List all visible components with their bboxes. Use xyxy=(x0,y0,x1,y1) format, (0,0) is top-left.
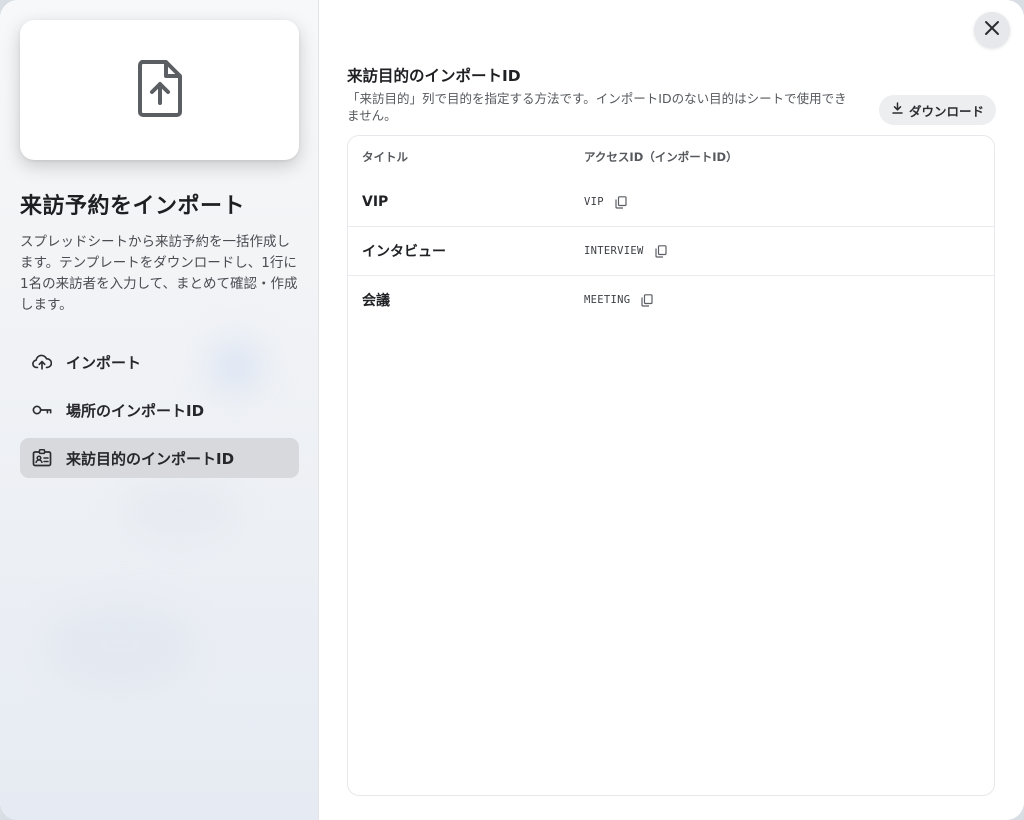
table-row: 会議 MEETING xyxy=(348,276,994,324)
sidebar-item-location-import-id[interactable]: 場所のインポートID xyxy=(20,390,299,430)
import-id-code: VIP xyxy=(584,196,604,208)
row-title: インタビュー xyxy=(362,244,446,260)
sidebar-nav: インポート 場所のインポートID 来訪目的のインポートID xyxy=(20,342,299,486)
import-id-code: MEETING xyxy=(584,294,631,306)
sidebar: 来訪予約をインポート スプレッドシートから来訪予約を一括作成します。テンプレート… xyxy=(0,0,319,820)
download-label: ダウンロード xyxy=(908,103,984,119)
copy-icon[interactable] xyxy=(640,293,654,307)
sidebar-item-import[interactable]: インポート xyxy=(20,342,299,382)
close-icon xyxy=(984,20,1000,40)
row-id: VIP xyxy=(584,195,628,209)
page-title: 来訪目的のインポートID xyxy=(347,67,521,85)
background-blur xyxy=(120,480,240,540)
key-icon xyxy=(32,400,52,420)
id-card-icon xyxy=(32,448,52,468)
close-button[interactable] xyxy=(974,12,1010,48)
row-title: VIP xyxy=(362,194,389,210)
row-title: 会議 xyxy=(362,293,390,309)
file-upload-icon xyxy=(136,59,184,121)
row-id: INTERVIEW xyxy=(584,244,668,258)
import-modal: 来訪予約をインポート スプレッドシートから来訪予約を一括作成します。テンプレート… xyxy=(0,0,1024,820)
download-button[interactable]: ダウンロード xyxy=(878,95,996,125)
sidebar-description: スプレッドシートから来訪予約を一括作成します。テンプレートをダウンロードし、1行… xyxy=(20,234,298,313)
file-preview-card xyxy=(20,20,299,160)
table-header: タイトル アクセスID（インポートID） xyxy=(348,136,994,178)
main-panel: 来訪目的のインポートID 「来訪目的」列で目的を指定する方法です。インポートID… xyxy=(319,0,1024,820)
download-icon xyxy=(892,102,903,118)
copy-icon[interactable] xyxy=(614,195,628,209)
sidebar-title: 来訪予約をインポート xyxy=(20,194,246,219)
column-header-id: アクセスID（インポートID） xyxy=(584,150,738,164)
page-description: 「来訪目的」列で目的を指定する方法です。インポートIDのない目的はシートで使用で… xyxy=(347,91,847,123)
copy-icon[interactable] xyxy=(654,244,668,258)
cloud-upload-icon xyxy=(32,352,52,372)
sidebar-item-purpose-import-id[interactable]: 来訪目的のインポートID xyxy=(20,438,299,478)
background-blur xyxy=(40,600,200,690)
sidebar-item-label: 場所のインポートID xyxy=(66,401,205,420)
table-row: インタビュー INTERVIEW xyxy=(348,227,994,276)
purpose-table: タイトル アクセスID（インポートID） VIP VIP インタビュー INTE… xyxy=(347,135,995,796)
table-row: VIP VIP xyxy=(348,178,994,227)
row-id: MEETING xyxy=(584,293,654,307)
column-header-title: タイトル xyxy=(362,150,408,164)
sidebar-item-label: 来訪目的のインポートID xyxy=(66,449,235,468)
sidebar-item-label: インポート xyxy=(66,353,142,372)
import-id-code: INTERVIEW xyxy=(584,245,644,257)
